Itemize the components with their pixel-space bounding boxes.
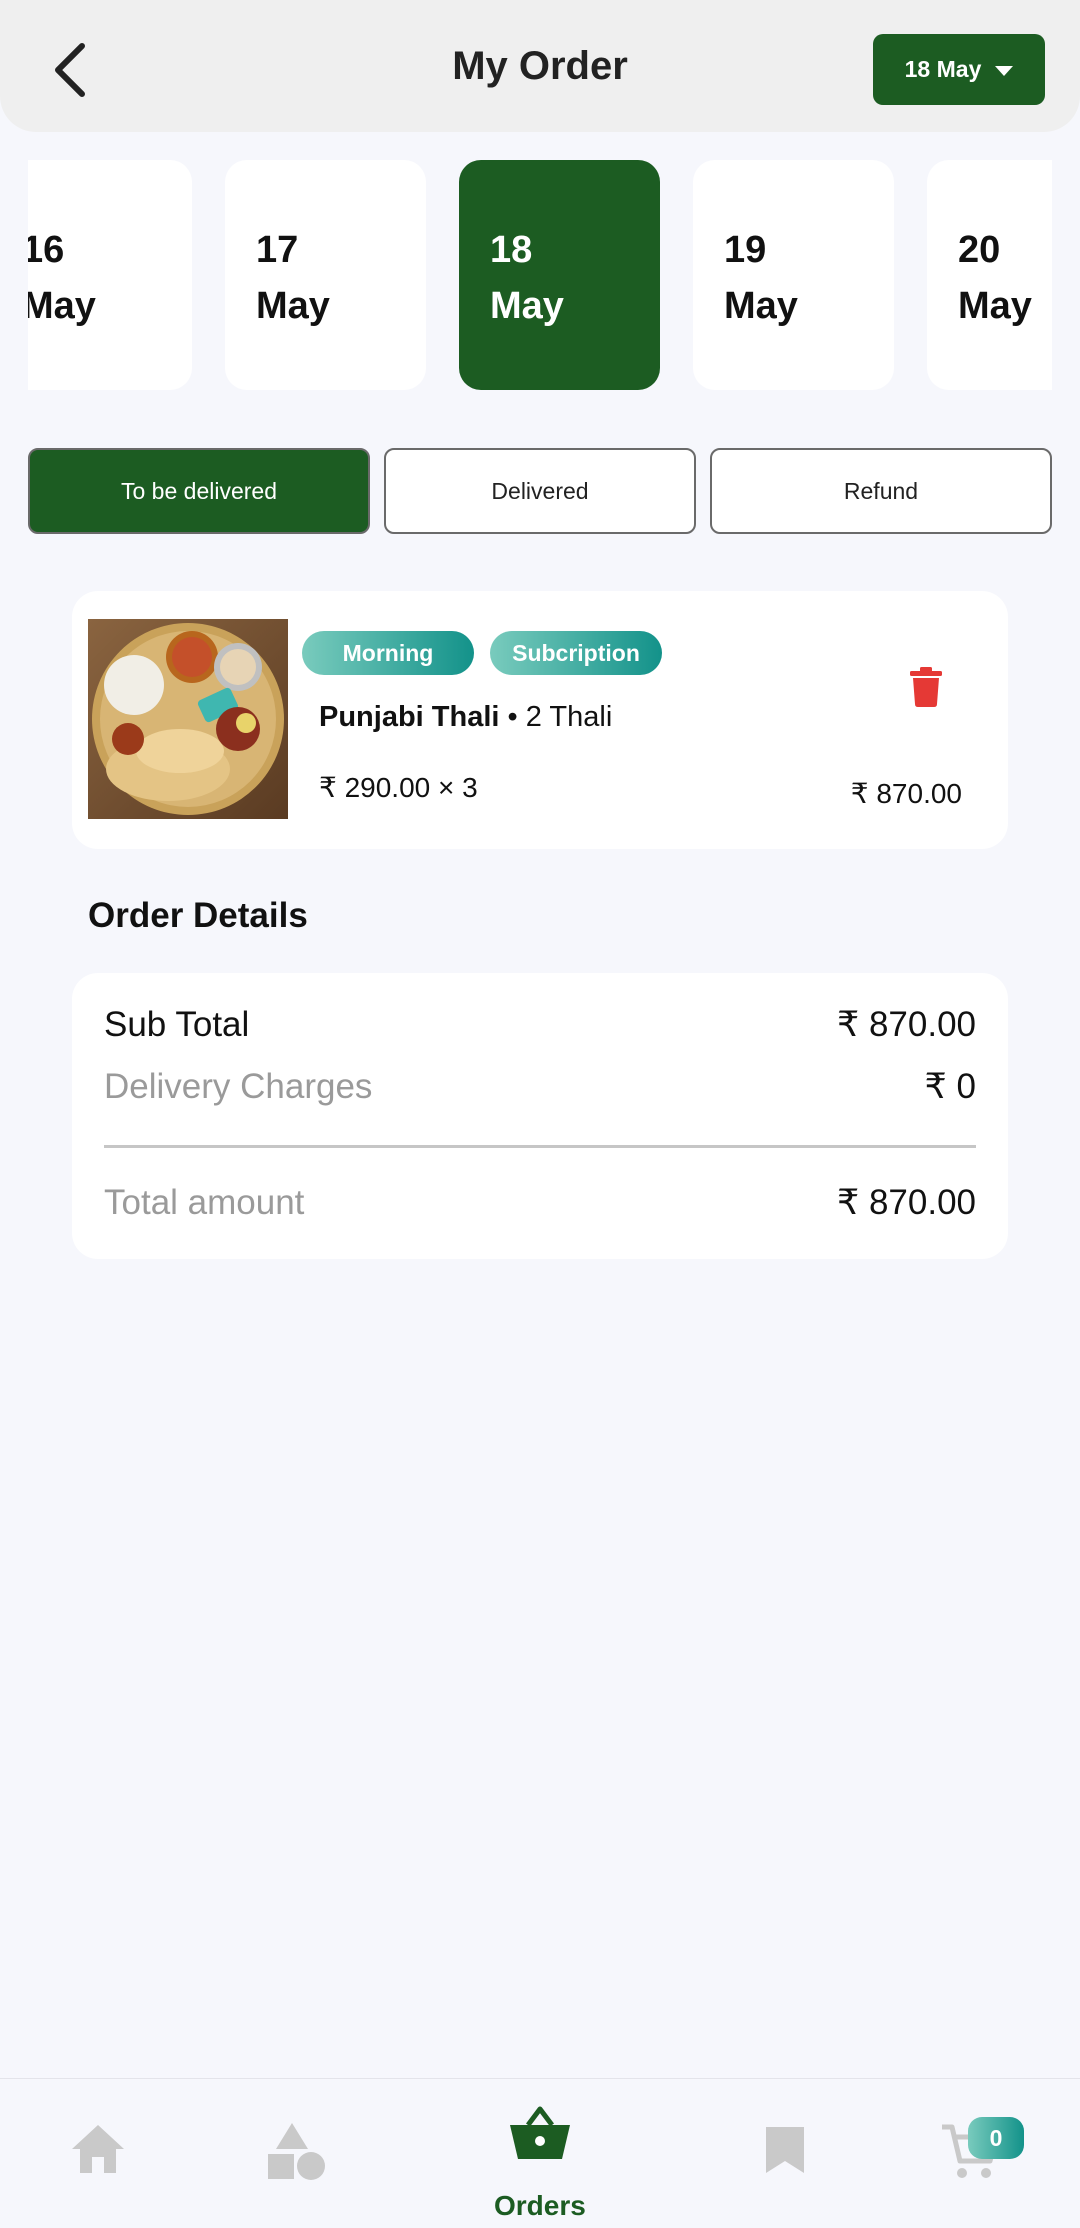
- nav-bookmarks[interactable]: [764, 2125, 806, 2175]
- date-card-18-selected[interactable]: 18 May: [459, 160, 660, 390]
- date-card-16[interactable]: 16 May: [28, 160, 192, 390]
- order-details-card: Sub Total ₹ 870.00 Delivery Charges ₹ 0 …: [72, 973, 1008, 1259]
- date-day: 18: [490, 229, 533, 271]
- total-amount-value: ₹ 870.00: [836, 1183, 976, 1222]
- bottom-navigation: Orders 0: [0, 2078, 1080, 2228]
- food-thali-photo: [88, 619, 288, 819]
- app-header: My Order 18 May: [0, 0, 1080, 132]
- bookmark-icon: [766, 2127, 804, 2173]
- date-card-19[interactable]: 19 May: [693, 160, 894, 390]
- date-month: May: [256, 285, 330, 327]
- sub-total-value: ₹ 870.00: [836, 1005, 976, 1044]
- item-separator: •: [499, 701, 526, 733]
- tag-morning: Morning: [302, 631, 474, 675]
- nav-home[interactable]: [70, 2123, 126, 2175]
- item-unit-price: ₹ 290.00 × 3: [319, 772, 478, 803]
- order-item-card[interactable]: Morning Subcription Punjabi Thali • 2 Th…: [72, 591, 1008, 849]
- sub-total-label: Sub Total: [104, 1005, 250, 1044]
- tab-to-be-delivered[interactable]: To be delivered: [28, 448, 370, 534]
- tab-refund[interactable]: Refund: [710, 448, 1052, 534]
- sub-total-row: Sub Total ₹ 870.00: [104, 1005, 976, 1045]
- date-dropdown-value: 18 May: [904, 56, 982, 82]
- date-day: 20: [958, 229, 1001, 271]
- date-day: 16: [28, 229, 65, 271]
- delete-item-button[interactable]: [910, 667, 942, 707]
- date-dropdown[interactable]: 18 May: [873, 34, 1045, 105]
- nav-orders-label: Orders: [494, 2190, 586, 2221]
- date-day: 19: [724, 229, 767, 271]
- item-quantity: 2 Thali: [525, 701, 613, 733]
- item-total-price: ₹ 870.00: [850, 778, 962, 809]
- my-order-screen: My Order 18 May 16 May 17 May 18 May 19 …: [0, 0, 1080, 2228]
- date-day: 17: [256, 229, 299, 271]
- divider: [104, 1145, 976, 1148]
- delivery-charges-label: Delivery Charges: [104, 1067, 373, 1106]
- date-month: May: [490, 285, 564, 327]
- orders-basket-icon: [510, 2106, 570, 2159]
- delivery-charges-value: ₹ 0: [924, 1067, 976, 1106]
- categories-icon: [268, 2123, 325, 2180]
- caret-down-icon: [995, 66, 1014, 76]
- date-month: May: [724, 285, 798, 327]
- total-amount-row: Total amount ₹ 870.00: [104, 1183, 976, 1223]
- item-title: Punjabi Thali: [319, 701, 500, 733]
- date-card-17[interactable]: 17 May: [225, 160, 426, 390]
- item-name: Punjabi Thali • 2 Thali: [319, 701, 612, 734]
- date-month: May: [958, 285, 1032, 327]
- cart-count-badge: 0: [968, 2117, 1024, 2159]
- tab-delivered[interactable]: Delivered: [384, 448, 696, 534]
- food-image: [88, 619, 288, 819]
- trash-icon: [910, 667, 942, 707]
- tag-subscription: Subcription: [490, 631, 662, 675]
- nav-categories[interactable]: [266, 2121, 326, 2181]
- date-strip[interactable]: 16 May 17 May 18 May 19 May 20 May: [28, 160, 1052, 390]
- delivery-charges-row: Delivery Charges ₹ 0: [104, 1067, 976, 1107]
- total-amount-label: Total amount: [104, 1183, 305, 1222]
- nav-orders[interactable]: [508, 2105, 572, 2161]
- order-details-title: Order Details: [88, 896, 308, 935]
- date-card-20[interactable]: 20 May: [927, 160, 1052, 390]
- date-month: May: [28, 285, 96, 327]
- home-icon: [72, 2125, 124, 2173]
